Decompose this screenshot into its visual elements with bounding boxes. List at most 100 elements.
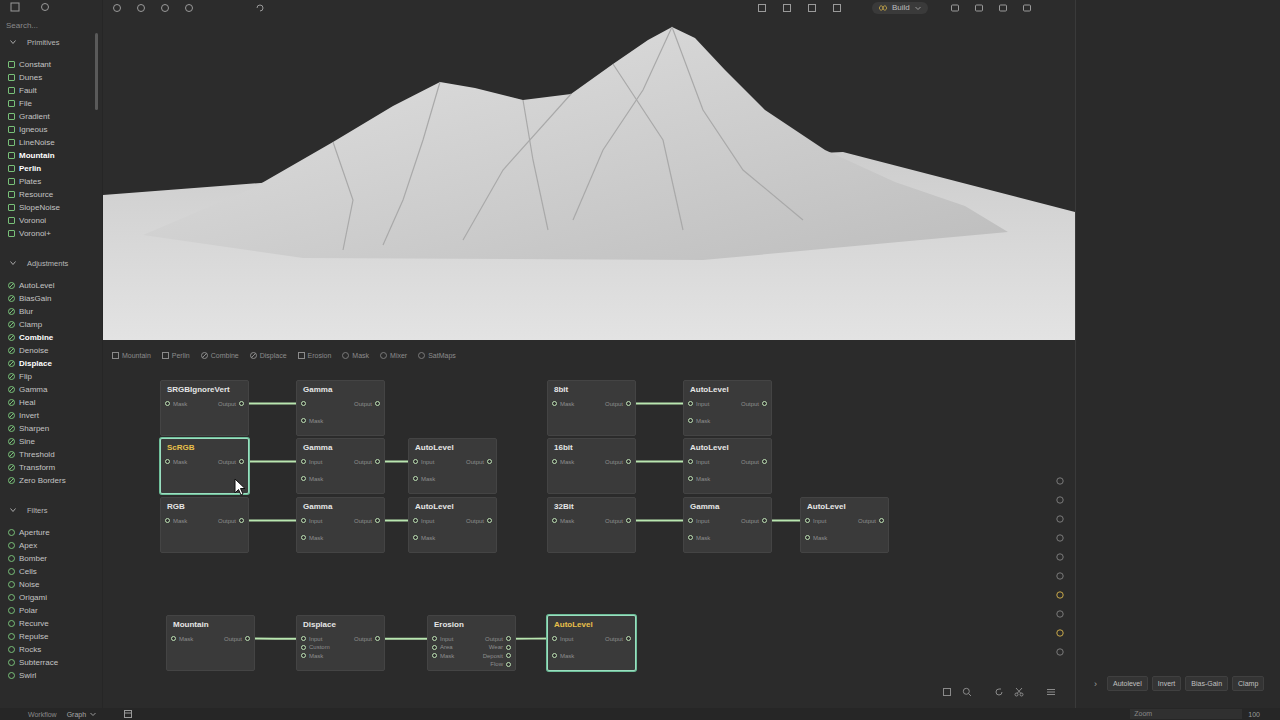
library-item[interactable]: Polar bbox=[0, 604, 102, 617]
port-dot[interactable] bbox=[301, 418, 306, 423]
library-item[interactable]: Threshold bbox=[0, 448, 102, 461]
library-item[interactable]: AutoLevel bbox=[0, 279, 102, 292]
tool-icon[interactable] bbox=[974, 3, 984, 13]
library-item[interactable]: Sharpen bbox=[0, 422, 102, 435]
quick-action-button[interactable]: Bias-Gain bbox=[1185, 676, 1228, 691]
port-dot[interactable] bbox=[688, 518, 693, 523]
library-item[interactable]: Cells bbox=[0, 565, 102, 578]
graph-tab[interactable]: Perlin bbox=[162, 352, 190, 359]
input-port[interactable]: Mask bbox=[161, 395, 187, 412]
graph-tab[interactable]: SatMaps bbox=[418, 352, 456, 359]
tool-icon[interactable] bbox=[1055, 495, 1065, 505]
chevron-icon[interactable] bbox=[9, 506, 17, 514]
port-dot[interactable] bbox=[626, 636, 631, 641]
library-item[interactable]: Swirl bbox=[0, 669, 102, 682]
port-dot[interactable] bbox=[413, 476, 418, 481]
input-port[interactable]: Mask bbox=[548, 453, 574, 470]
port-dot[interactable] bbox=[487, 518, 492, 523]
tool-icon[interactable] bbox=[807, 3, 817, 13]
tool-icon[interactable] bbox=[832, 3, 842, 13]
port-dot[interactable] bbox=[688, 418, 693, 423]
output-port[interactable]: Output bbox=[466, 512, 496, 529]
library-item[interactable]: Constant bbox=[0, 58, 102, 71]
graph-node[interactable]: RGBMaskOutput bbox=[160, 497, 249, 553]
quick-action-button[interactable]: Autolevel bbox=[1107, 676, 1148, 691]
output-port[interactable]: Output bbox=[354, 395, 384, 412]
chevron-icon[interactable] bbox=[9, 38, 17, 46]
star-icon[interactable] bbox=[40, 2, 50, 12]
port-dot[interactable] bbox=[301, 636, 306, 641]
input-port[interactable]: Mask bbox=[409, 470, 435, 487]
port-dot[interactable] bbox=[805, 518, 810, 523]
tool-icon[interactable] bbox=[1055, 628, 1065, 638]
menu-icon[interactable] bbox=[10, 2, 20, 12]
connection[interactable] bbox=[629, 403, 691, 405]
frame-icon[interactable] bbox=[942, 687, 952, 697]
input-port[interactable]: Mask bbox=[167, 630, 193, 647]
port-dot[interactable] bbox=[413, 459, 418, 464]
search-icon[interactable] bbox=[962, 687, 972, 697]
library-item[interactable]: SlopeNoise bbox=[0, 201, 102, 214]
tool-icon[interactable] bbox=[1055, 514, 1065, 524]
port-dot[interactable] bbox=[375, 636, 380, 641]
connection[interactable] bbox=[378, 638, 435, 640]
port-dot[interactable] bbox=[301, 535, 306, 540]
library-item[interactable]: Gamma bbox=[0, 383, 102, 396]
port-dot[interactable] bbox=[245, 636, 250, 641]
input-port[interactable]: Input bbox=[684, 395, 710, 412]
input-port[interactable]: Mask bbox=[548, 395, 574, 412]
library-item[interactable]: Noise bbox=[0, 578, 102, 591]
graph-tab[interactable]: Combine bbox=[201, 352, 239, 359]
output-port[interactable]: Wear bbox=[483, 643, 515, 652]
library-item[interactable]: Sine bbox=[0, 435, 102, 448]
input-port[interactable]: Input bbox=[409, 512, 435, 529]
graph-node[interactable]: GammaMaskOutput bbox=[296, 380, 385, 436]
output-port[interactable]: Output bbox=[218, 453, 248, 470]
port-dot[interactable] bbox=[762, 518, 767, 523]
library-item[interactable]: Heal bbox=[0, 396, 102, 409]
port-dot[interactable] bbox=[432, 645, 437, 650]
chevron-icon[interactable] bbox=[9, 259, 17, 267]
input-port[interactable]: Input bbox=[548, 630, 574, 647]
port-dot[interactable] bbox=[165, 459, 170, 464]
library-item[interactable]: Voronoi bbox=[0, 214, 102, 227]
build-button[interactable]: Build bbox=[872, 2, 928, 14]
layout-icon[interactable] bbox=[123, 709, 133, 719]
library-item[interactable]: Gradient bbox=[0, 110, 102, 123]
port-dot[interactable] bbox=[552, 653, 557, 658]
port-dot[interactable] bbox=[413, 535, 418, 540]
output-port[interactable]: Output bbox=[741, 395, 771, 412]
graph-node[interactable]: AutoLevelInputMaskOutput bbox=[408, 497, 497, 553]
library-item[interactable]: LineNoise bbox=[0, 136, 102, 149]
output-port[interactable]: Flow bbox=[483, 660, 515, 669]
tool-icon[interactable] bbox=[1055, 552, 1065, 562]
input-port[interactable]: Mask bbox=[684, 412, 710, 429]
expand-toggle[interactable]: › bbox=[1094, 679, 1097, 689]
port-dot[interactable] bbox=[171, 636, 176, 641]
connection[interactable] bbox=[242, 461, 304, 463]
port-dot[interactable] bbox=[239, 401, 244, 406]
library-item[interactable]: Subterrace bbox=[0, 656, 102, 669]
port-dot[interactable] bbox=[301, 476, 306, 481]
input-port[interactable]: Input bbox=[684, 453, 710, 470]
output-port[interactable]: Output bbox=[741, 453, 771, 470]
graph-node[interactable]: 8bitMaskOutput bbox=[547, 380, 636, 436]
input-port[interactable] bbox=[297, 395, 323, 412]
output-port[interactable]: Output bbox=[605, 630, 635, 647]
port-dot[interactable] bbox=[552, 401, 557, 406]
tool-icon[interactable] bbox=[1055, 476, 1065, 486]
graph-node[interactable]: AutoLevelInputMaskOutput bbox=[683, 380, 772, 436]
search-field[interactable]: Search... bbox=[0, 18, 102, 32]
port-dot[interactable] bbox=[552, 636, 557, 641]
output-port[interactable]: Output bbox=[224, 630, 254, 647]
connection[interactable] bbox=[629, 520, 691, 522]
cut-icon[interactable] bbox=[1014, 687, 1024, 697]
library-item[interactable]: Displace bbox=[0, 357, 102, 370]
port-dot[interactable] bbox=[239, 518, 244, 523]
graph-node[interactable]: AutoLevelInputMaskOutput bbox=[800, 497, 889, 553]
graph-node[interactable]: SRGBIgnoreVertMaskOutput bbox=[160, 380, 249, 436]
library-item[interactable]: Invert bbox=[0, 409, 102, 422]
port-dot[interactable] bbox=[432, 653, 437, 658]
input-port[interactable]: Area bbox=[428, 643, 454, 652]
graph-node[interactable]: 32BitMaskOutput bbox=[547, 497, 636, 553]
